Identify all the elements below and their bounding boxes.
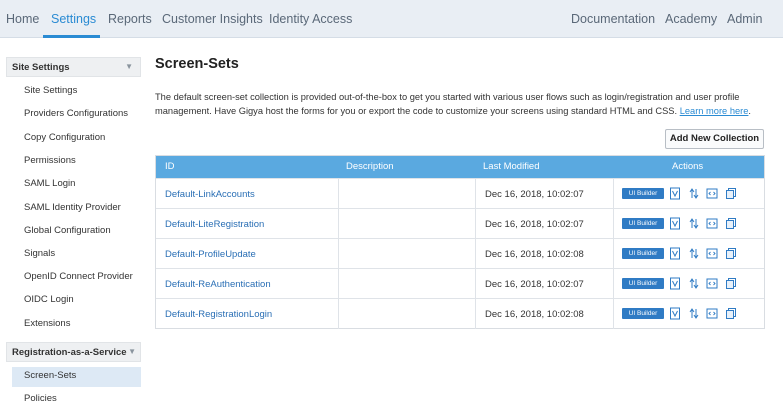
sidebar: Site Settings ▼ Site Settings Providers …: [0, 38, 147, 415]
column-divider: [338, 269, 339, 299]
sync-icon[interactable]: [688, 307, 700, 320]
sidebar-item-screen-sets[interactable]: Screen-Sets: [24, 370, 76, 381]
sync-icon[interactable]: [688, 277, 700, 290]
add-new-collection-button[interactable]: Add New Collection: [665, 129, 764, 149]
screen-set-id-link[interactable]: Default-ReAuthentication: [165, 279, 271, 290]
nav-admin[interactable]: Admin: [727, 12, 762, 26]
column-divider: [613, 269, 614, 299]
table-row: Default-ProfileUpdate Dec 16, 2018, 10:02…: [156, 238, 764, 269]
copy-icon[interactable]: [725, 277, 737, 290]
last-modified-cell: Dec 16, 2018, 10:02:07: [485, 279, 584, 290]
last-modified-cell: Dec 16, 2018, 10:02:07: [485, 219, 584, 230]
version-icon[interactable]: [669, 217, 681, 230]
sync-icon[interactable]: [688, 217, 700, 230]
nav-home[interactable]: Home: [6, 12, 39, 26]
copy-icon[interactable]: [725, 187, 737, 200]
column-divider: [613, 239, 614, 269]
ui-builder-button[interactable]: UI Builder: [622, 308, 664, 319]
column-divider: [475, 209, 476, 239]
nav-identity-access[interactable]: Identity Access: [269, 12, 352, 26]
top-nav: Home Settings Reports Customer Insights …: [0, 0, 783, 38]
column-divider: [613, 179, 614, 209]
column-divider: [475, 239, 476, 269]
ui-builder-button[interactable]: UI Builder: [622, 278, 664, 289]
column-divider: [475, 269, 476, 299]
nav-reports[interactable]: Reports: [108, 12, 152, 26]
table-row: Default-ReAuthentication Dec 16, 2018, 10…: [156, 268, 764, 299]
sidebar-item-permissions[interactable]: Permissions: [24, 155, 76, 166]
screen-set-id-link[interactable]: Default-LinkAccounts: [165, 189, 255, 200]
sidebar-item-signals[interactable]: Signals: [24, 248, 55, 259]
sidebar-item-openid-connect-provider[interactable]: OpenID Connect Provider: [24, 271, 133, 282]
nav-academy[interactable]: Academy: [665, 12, 717, 26]
nav-settings[interactable]: Settings: [51, 12, 96, 26]
table-row: Default-LiteRegistration Dec 16, 2018, 10…: [156, 208, 764, 239]
sidebar-group-site-settings[interactable]: Site Settings ▼: [6, 57, 141, 77]
sidebar-group-label: Site Settings: [12, 62, 70, 73]
last-modified-cell: Dec 16, 2018, 10:02:08: [485, 309, 584, 320]
sync-icon[interactable]: [688, 247, 700, 260]
ui-builder-button[interactable]: UI Builder: [622, 248, 664, 259]
sidebar-item-saml-identity-provider[interactable]: SAML Identity Provider: [24, 202, 121, 213]
sidebar-item-copy-configuration[interactable]: Copy Configuration: [24, 132, 105, 143]
sidebar-item-site-settings[interactable]: Site Settings: [24, 85, 77, 96]
learn-more-link[interactable]: Learn more here: [680, 106, 749, 116]
sync-icon[interactable]: [688, 187, 700, 200]
copy-icon[interactable]: [725, 307, 737, 320]
sidebar-item-extensions[interactable]: Extensions: [24, 318, 70, 329]
column-header-last-modified: Last Modified: [483, 161, 540, 172]
sidebar-item-oidc-login[interactable]: OIDC Login: [24, 294, 74, 305]
sidebar-item-policies[interactable]: Policies: [24, 393, 57, 404]
code-icon[interactable]: [706, 247, 718, 260]
code-icon[interactable]: [706, 307, 718, 320]
page-description: The default screen-set collection is pro…: [155, 92, 752, 116]
column-divider: [338, 239, 339, 269]
column-divider: [338, 299, 339, 329]
column-divider: [613, 209, 614, 239]
nav-customer-insights[interactable]: Customer Insights: [162, 12, 263, 26]
column-header-description: Description: [346, 161, 394, 172]
version-icon[interactable]: [669, 277, 681, 290]
description-line-1: The default screen-set collection is pro…: [155, 92, 740, 102]
table-row: Default-RegistrationLogin Dec 16, 2018, 1…: [156, 298, 764, 329]
version-icon[interactable]: [669, 307, 681, 320]
sidebar-group-label: Registration-as-a-Service: [12, 347, 127, 358]
copy-icon[interactable]: [725, 247, 737, 260]
screen-set-id-link[interactable]: Default-ProfileUpdate: [165, 249, 256, 260]
chevron-down-icon: ▼: [125, 62, 133, 71]
table-header: ID Description Last Modified Actions: [156, 156, 764, 178]
sidebar-item-global-configuration[interactable]: Global Configuration: [24, 225, 111, 236]
column-divider: [613, 299, 614, 329]
code-icon[interactable]: [706, 187, 718, 200]
sidebar-item-providers-configurations[interactable]: Providers Configurations: [24, 108, 128, 119]
column-divider: [475, 299, 476, 329]
column-divider: [475, 179, 476, 209]
table-row: Default-LinkAccounts Dec 16, 2018, 10:02:…: [156, 178, 764, 209]
column-divider: [338, 209, 339, 239]
page-title: Screen-Sets: [155, 56, 239, 72]
code-icon[interactable]: [706, 277, 718, 290]
last-modified-cell: Dec 16, 2018, 10:02:08: [485, 249, 584, 260]
last-modified-cell: Dec 16, 2018, 10:02:07: [485, 189, 584, 200]
screen-set-id-link[interactable]: Default-RegistrationLogin: [165, 309, 272, 320]
column-header-actions: Actions: [672, 161, 704, 172]
chevron-down-icon: ▼: [128, 347, 136, 356]
copy-icon[interactable]: [725, 217, 737, 230]
sidebar-item-saml-login[interactable]: SAML Login: [24, 178, 75, 189]
ui-builder-button[interactable]: UI Builder: [622, 188, 664, 199]
ui-builder-button[interactable]: UI Builder: [622, 218, 664, 229]
screen-set-id-link[interactable]: Default-LiteRegistration: [165, 219, 264, 230]
sidebar-group-registration-as-a-service[interactable]: Registration-as-a-Service ▼: [6, 342, 141, 362]
version-icon[interactable]: [669, 247, 681, 260]
code-icon[interactable]: [706, 217, 718, 230]
version-icon[interactable]: [669, 187, 681, 200]
column-header-id: ID: [165, 161, 175, 172]
nav-documentation[interactable]: Documentation: [571, 12, 655, 26]
table-body: Default-LinkAccounts Dec 16, 2018, 10:02:…: [156, 178, 764, 329]
description-line-2: management. Have Gigya host the forms fo…: [155, 106, 678, 116]
column-divider: [338, 179, 339, 209]
screen-sets-table: ID Description Last Modified Actions Def…: [155, 155, 765, 329]
